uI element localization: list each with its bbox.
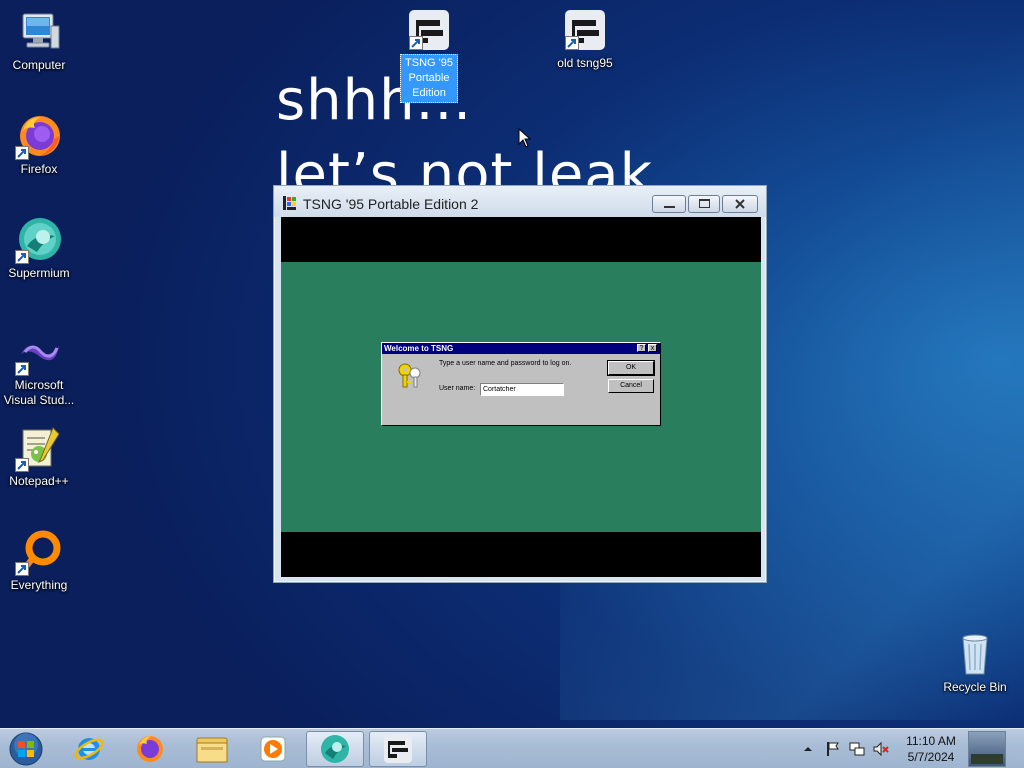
taskbar-clock[interactable]: 11:10 AM 5/7/2024: [896, 733, 966, 765]
taskbar-supermium[interactable]: [306, 731, 364, 767]
mouse-cursor-icon: [518, 128, 532, 148]
everything-icon: [15, 528, 63, 576]
desktop-icon-label-selected: TSNG '95 Portable Edition: [400, 54, 458, 103]
close-button[interactable]: [722, 195, 758, 213]
ok-button[interactable]: OK: [607, 360, 655, 376]
tsng-icon: [565, 10, 605, 50]
firefox-icon: [15, 112, 63, 160]
shortcut-arrow-icon: [15, 562, 29, 576]
tsng-app-icon: [282, 195, 298, 211]
shortcut-arrow-icon: [409, 36, 423, 50]
close-icon: [735, 199, 745, 209]
taskbar-firefox[interactable]: [121, 731, 179, 767]
notepad-plus-plus-icon: [15, 424, 63, 472]
desktop-icon-visual-studio[interactable]: Microsoft Visual Stud...: [0, 328, 78, 408]
desktop-icon-recycle-bin[interactable]: Recycle Bin: [936, 630, 1014, 695]
logon-dialog[interactable]: Welcome to TSNG ? x Type a user name and…: [381, 342, 661, 426]
minimize-icon: [664, 206, 675, 208]
media-player-icon: [260, 736, 286, 762]
dialog-titlebar[interactable]: Welcome to TSNG ? x: [382, 343, 660, 354]
shortcut-arrow-icon: [15, 146, 29, 160]
desktop-icon-computer[interactable]: Computer: [0, 8, 78, 73]
show-desktop-button[interactable]: [968, 731, 1006, 767]
cancel-button[interactable]: Cancel: [608, 379, 654, 393]
taskbar-media-player[interactable]: [244, 731, 302, 767]
clock-date: 5/7/2024: [907, 750, 955, 764]
desktop-icon-label: Firefox: [20, 162, 58, 176]
desktop-icon-label: Computer: [12, 58, 66, 72]
supermium-icon: [321, 735, 349, 763]
desktop-icon-label: old tsng95: [557, 56, 613, 70]
explorer-icon: [196, 737, 228, 763]
shortcut-arrow-icon: [15, 362, 29, 376]
dialog-close-button[interactable]: x: [648, 344, 657, 352]
maximize-button[interactable]: [688, 195, 720, 213]
minimize-button[interactable]: [652, 195, 686, 213]
taskbar-internet-explorer[interactable]: [60, 731, 118, 767]
desktop-icon-old-tsng95[interactable]: old tsng95: [546, 10, 624, 71]
desktop-icon-label: Recycle Bin: [943, 680, 1007, 694]
user-name-input[interactable]: [480, 383, 564, 396]
tsng-icon: [409, 10, 449, 50]
supermium-icon: [15, 216, 63, 264]
start-button[interactable]: [6, 731, 46, 767]
tsng-window[interactable]: TSNG '95 Portable Edition 2 Welcome to T…: [273, 185, 767, 583]
dialog-help-button[interactable]: ?: [637, 344, 646, 352]
taskbar-explorer[interactable]: [183, 731, 241, 767]
windows-orb-icon: [9, 732, 43, 766]
desktop-icon-label: Notepad++: [9, 474, 69, 488]
desktop-icon-everything[interactable]: Everything: [0, 528, 78, 593]
desktop-icon-firefox[interactable]: Firefox: [0, 112, 78, 177]
window-title: TSNG '95 Portable Edition 2: [303, 196, 479, 212]
desktop-icon-label: Supermium: [8, 266, 70, 280]
recycle-bin-icon: [951, 630, 999, 678]
user-name-label: User name:: [439, 385, 476, 392]
dialog-prompt: Type a user name and password to log on.: [439, 360, 572, 367]
shortcut-arrow-icon: [15, 250, 29, 264]
visual-studio-icon: [15, 328, 63, 376]
desktop-icon-notepad-plus-plus[interactable]: Notepad++: [0, 424, 78, 489]
taskbar: 11:10 AM 5/7/2024: [0, 728, 1024, 768]
shortcut-arrow-icon: [15, 458, 29, 472]
window-client-area: Welcome to TSNG ? x Type a user name and…: [281, 217, 761, 577]
desktop-icon-tsng-portable[interactable]: TSNG '95 Portable Edition: [390, 10, 468, 103]
clock-time: 11:10 AM: [906, 734, 956, 748]
firefox-icon: [137, 736, 163, 762]
computer-icon: [15, 8, 63, 56]
network-icon[interactable]: [848, 740, 866, 758]
desktop-icon-supermium[interactable]: Supermium: [0, 216, 78, 281]
keys-icon: [396, 361, 424, 394]
window-titlebar[interactable]: TSNG '95 Portable Edition 2: [274, 186, 766, 217]
maximize-icon: [699, 199, 710, 208]
notification-area: [800, 729, 890, 768]
action-center-flag-icon[interactable]: [824, 740, 842, 758]
shortcut-arrow-icon: [565, 36, 579, 50]
tsng-icon: [384, 735, 412, 763]
show-hidden-icons-icon[interactable]: [800, 741, 816, 757]
desktop-icon-label: Microsoft Visual Stud...: [3, 378, 75, 407]
desktop-icon-label: Everything: [10, 578, 68, 592]
internet-explorer-icon: [74, 738, 104, 760]
dialog-title: Welcome to TSNG: [384, 344, 454, 353]
taskbar-tsng[interactable]: [369, 731, 427, 767]
volume-muted-icon[interactable]: [872, 740, 890, 758]
tsng-desktop-area: Welcome to TSNG ? x Type a user name and…: [281, 262, 761, 532]
desktop-preview-thumbnail: [971, 754, 1003, 764]
